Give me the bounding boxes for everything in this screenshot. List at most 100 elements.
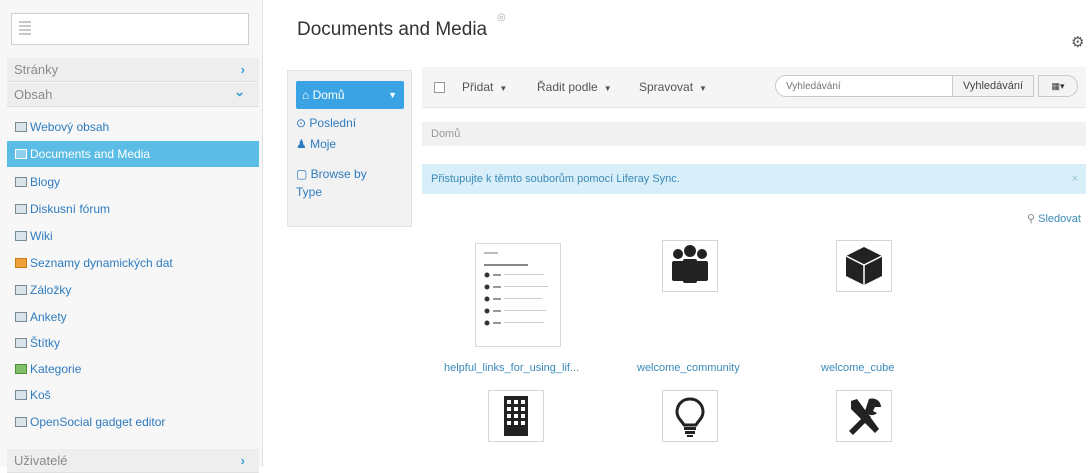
document-preview-icon xyxy=(484,252,548,326)
sidebar: Stránky › Obsah ⌄ Webový obsah Documents… xyxy=(0,0,263,473)
file-thumbnail-community[interactable] xyxy=(662,240,718,292)
display-style-button[interactable]: ▦▾ xyxy=(1038,75,1078,97)
user-icon: ♟ xyxy=(296,137,311,151)
file-name[interactable]: welcome_cube xyxy=(821,362,894,374)
folder-navigation: ⌂ Domů ▼ ⊙ Poslední ♟ Moje ▢ Browse by T… xyxy=(287,70,412,227)
sidebar-item-label: Diskusní fórum xyxy=(30,202,111,216)
dynamic-data-icon xyxy=(15,258,27,268)
bookmarks-icon xyxy=(15,285,27,295)
add-menu-label: Přidat xyxy=(462,80,494,94)
cube-icon xyxy=(845,247,883,285)
file-name[interactable]: welcome_community xyxy=(637,362,740,374)
toolbar: Přidat ▼ Řadit podle ▼ Spravovat ▼ Vyhledáv… xyxy=(422,67,1086,108)
clock-icon: ⊙ xyxy=(296,116,310,130)
sidebar-item-trash[interactable]: Koš xyxy=(7,382,259,408)
file-thumbnail-building[interactable] xyxy=(488,390,544,442)
caret-down-icon: ▼ xyxy=(499,84,508,93)
file-thumbnail-lightbulb[interactable] xyxy=(662,390,718,442)
sidebar-item-dynamic-data-lists[interactable]: Seznamy dynamických dat xyxy=(7,250,259,276)
search-button[interactable]: Vyhledávání xyxy=(952,75,1034,97)
chevron-down-icon: ⌄ xyxy=(234,84,245,99)
gear-icon[interactable]: ⚙ xyxy=(1071,33,1084,51)
tools-icon xyxy=(849,398,881,435)
add-menu[interactable]: Přidat ▼ xyxy=(462,80,507,94)
wiki-icon xyxy=(15,231,27,241)
sidebar-item-label: OpenSocial gadget editor xyxy=(30,415,166,429)
chevron-right-icon: › xyxy=(240,62,245,77)
file-thumbnail-tools[interactable] xyxy=(836,390,892,442)
nav-mine-label: Moje xyxy=(310,137,337,151)
sidebar-item-blogs[interactable]: Blogy xyxy=(7,169,259,195)
caret-down-icon: ▼ xyxy=(603,84,612,93)
follow-label: Sledovat xyxy=(1038,213,1081,225)
file-thumbnail-cube[interactable] xyxy=(836,240,892,292)
section-pages[interactable]: Stránky › xyxy=(7,58,259,82)
nav-browse-by-type[interactable]: ▢ Browse by Type xyxy=(296,165,384,201)
site-logo[interactable] xyxy=(11,13,249,45)
chevron-right-icon: › xyxy=(240,453,245,468)
sidebar-item-web-content[interactable]: Webový obsah xyxy=(7,114,259,140)
sidebar-item-label: Záložky xyxy=(30,283,72,297)
close-icon[interactable]: × xyxy=(1072,164,1078,194)
caret-down-icon: ▼ xyxy=(388,90,397,100)
rss-icon: ⚲ xyxy=(1027,213,1039,225)
home-icon: ⌂ xyxy=(302,88,313,102)
building-icon xyxy=(504,396,528,436)
sidebar-item-label: Blogy xyxy=(30,175,61,189)
select-all-checkbox[interactable] xyxy=(434,82,445,93)
section-content-label: Obsah xyxy=(14,87,53,102)
community-icon xyxy=(672,245,708,283)
sidebar-item-label: Webový obsah xyxy=(30,120,110,134)
follow-link[interactable]: ⚲ Sledovat xyxy=(1027,212,1081,225)
sidebar-item-tags[interactable]: Štítky xyxy=(7,330,259,356)
sidebar-item-wiki[interactable]: Wiki xyxy=(7,223,259,249)
forum-icon xyxy=(15,204,27,214)
sidebar-item-label: Seznamy dynamických dat xyxy=(30,256,173,270)
nav-recent-label: Poslední xyxy=(309,116,357,130)
section-users[interactable]: Uživatelé › xyxy=(7,449,259,473)
sidebar-item-documents-and-media[interactable]: Documents and Media xyxy=(7,141,259,167)
sort-menu[interactable]: Řadit podle ▼ xyxy=(537,80,612,94)
logo-lines-icon xyxy=(19,21,31,37)
caret-down-icon: ▼ xyxy=(699,84,707,93)
sidebar-item-opensocial[interactable]: OpenSocial gadget editor xyxy=(7,409,259,435)
trash-icon xyxy=(15,390,27,400)
sidebar-item-label: Ankety xyxy=(30,310,67,324)
sync-alert: Přistupujte k těmto souborům pomocí Life… xyxy=(422,164,1086,194)
nav-home[interactable]: ⌂ Domů ▼ xyxy=(296,81,404,109)
polls-icon xyxy=(15,312,27,322)
sidebar-item-label: Documents and Media xyxy=(30,147,151,161)
file-thumbnail-document[interactable] xyxy=(475,243,561,347)
blogs-icon xyxy=(15,177,27,187)
nav-mine[interactable]: ♟ Moje xyxy=(296,135,336,153)
sidebar-item-bookmarks[interactable]: Záložky xyxy=(7,277,259,303)
lightbulb-icon xyxy=(675,397,705,437)
breadcrumb-home[interactable]: Domů xyxy=(431,128,460,140)
sidebar-item-label: Kategorie xyxy=(30,362,82,376)
nav-recent[interactable]: ⊙ Poslední xyxy=(296,114,356,132)
gadget-icon xyxy=(15,417,27,427)
sidebar-item-forum[interactable]: Diskusní fórum xyxy=(7,196,259,222)
sort-menu-label: Řadit podle xyxy=(537,80,598,94)
section-content[interactable]: Obsah ⌄ xyxy=(7,83,259,107)
sidebar-item-label: Koš xyxy=(30,388,51,402)
documents-icon xyxy=(15,149,27,159)
page-title: Documents and Media xyxy=(297,19,488,40)
categories-icon xyxy=(15,364,27,374)
sidebar-item-categories[interactable]: Kategorie xyxy=(7,356,259,382)
section-pages-label: Stránky xyxy=(14,62,59,77)
manage-menu[interactable]: Spravovat ▼ xyxy=(639,80,707,94)
file-icon: ▢ xyxy=(296,167,311,181)
search-input[interactable] xyxy=(775,75,953,97)
section-users-label: Uživatelé xyxy=(14,453,68,468)
sidebar-item-label: Štítky xyxy=(30,336,61,350)
sidebar-item-label: Wiki xyxy=(30,229,53,243)
alert-text[interactable]: Přistupujte k těmto souborům pomocí Life… xyxy=(431,173,680,185)
sidebar-item-polls[interactable]: Ankety xyxy=(7,304,259,330)
manage-menu-label: Spravovat xyxy=(639,80,694,94)
web-content-icon xyxy=(15,122,27,132)
file-name[interactable]: helpful_links_for_using_lif... xyxy=(444,362,579,374)
nav-home-label: Domů xyxy=(312,88,345,102)
breadcrumb: Domů xyxy=(422,122,1086,146)
visibility-icon: ◎ xyxy=(497,12,506,23)
